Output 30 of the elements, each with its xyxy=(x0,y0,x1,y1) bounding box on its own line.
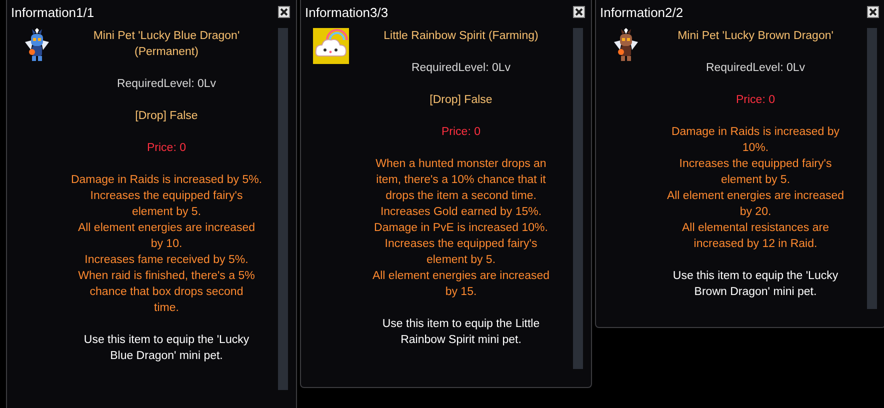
item-name: Mini Pet 'Lucky Blue Dragon' (Permanent) xyxy=(93,29,240,60)
close-icon xyxy=(574,7,584,17)
scrollbar[interactable] xyxy=(573,28,583,369)
close-icon xyxy=(279,7,289,17)
close-icon xyxy=(868,7,878,17)
close-button[interactable] xyxy=(278,6,290,18)
window-title: Information3/3 xyxy=(305,4,388,20)
item-price: Price: 0 xyxy=(736,93,775,108)
drop-status: [Drop] False xyxy=(430,93,492,108)
window-title: Information1/1 xyxy=(11,4,94,20)
close-button[interactable] xyxy=(867,6,879,18)
item-price: Price: 0 xyxy=(442,125,480,140)
item-name: Mini Pet 'Lucky Brown Dragon' xyxy=(678,29,834,44)
drop-status: [Drop] False xyxy=(135,109,198,124)
close-button[interactable] xyxy=(573,6,585,18)
required-level: RequiredLevel: 0Lv xyxy=(411,61,511,76)
required-level: RequiredLevel: 0Lv xyxy=(706,61,806,76)
effects-text: Damage in Raids is increased by 5%. Increases the equipped fairy's element by 5. All element energies are increased by 10. Increases fame received by 5%. When raid is finished, there's a 5% chance that box drops second time. xyxy=(70,173,262,316)
effects-text: Damage in Raids is increased by 10%. Increases the equipped fairy's element by 5. All element energies are increased by 20. All elemental resistances are increased by 12 in Raid. xyxy=(666,125,844,252)
effects-text: When a hunted monster drops an item, there's a 10% chance that it drops the item a second time. Increases Gold earned by 15%. Damage in PvE is increased 10%. Increases the equipped fairy's element by 5. All element energies are increased by 15. xyxy=(372,157,550,300)
scrollbar[interactable] xyxy=(278,28,288,390)
window-title: Information2/2 xyxy=(600,4,684,20)
required-level: RequiredLevel: 0Lv xyxy=(116,77,216,92)
usage-text: Use this item to equip the 'Lucky Blue Dragon' mini pet. xyxy=(84,333,250,364)
item-price: Price: 0 xyxy=(147,141,186,156)
usage-text: Use this item to equip the Little Rainbow Spirit mini pet. xyxy=(382,317,540,348)
item-name: Little Rainbow Spirit (Farming) xyxy=(384,29,538,44)
usage-text: Use this item to equip the 'Lucky Brown Dragon' mini pet. xyxy=(672,269,838,300)
cloud-icon xyxy=(313,28,349,64)
scrollbar[interactable] xyxy=(867,28,877,309)
